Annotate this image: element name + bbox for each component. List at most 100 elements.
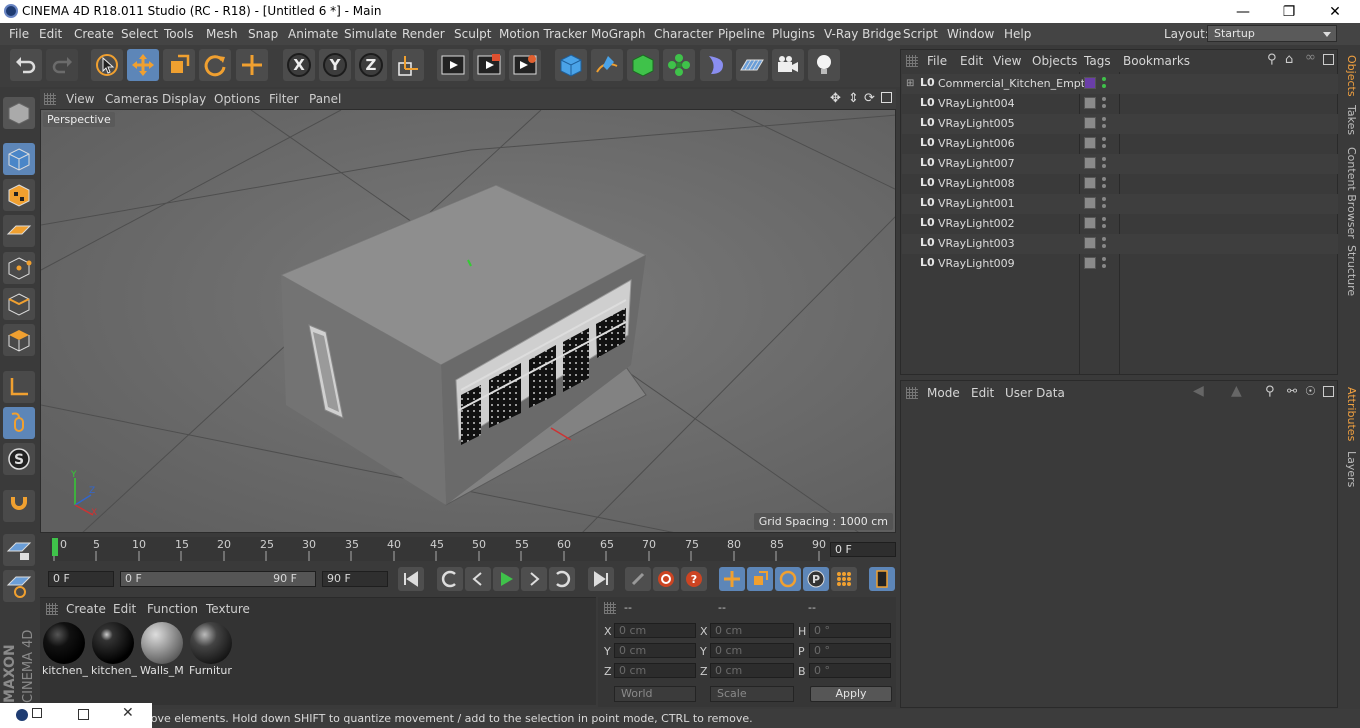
maximize-icon[interactable] [78, 709, 89, 720]
viewport-menu-filter[interactable]: Filter [269, 92, 299, 106]
end-frame-field[interactable]: 90 F [322, 571, 388, 587]
menu-motion-tracker[interactable]: Motion Tracker [499, 27, 587, 41]
coordinate-space-dropdown[interactable]: World [614, 686, 696, 702]
panel-grip-icon[interactable] [44, 93, 56, 105]
menu-animate[interactable]: Animate [288, 27, 338, 41]
viewport-maximize-icon[interactable] [881, 92, 892, 103]
material-menu-texture[interactable]: Texture [206, 602, 250, 616]
visibility-dots-icon[interactable] [1102, 216, 1106, 230]
object-row[interactable]: L0 VRayLight009 [902, 254, 1338, 274]
menu-plugins[interactable]: Plugins [772, 27, 815, 41]
light-icon[interactable] [808, 49, 840, 81]
viewport-menu-panel[interactable]: Panel [309, 92, 341, 106]
viewport-menu-view[interactable]: View [66, 92, 94, 106]
panel-grip-icon[interactable] [906, 387, 918, 399]
menu-create[interactable]: Create [74, 27, 114, 41]
visibility-dots-icon[interactable] [1102, 116, 1106, 130]
workplane-icon[interactable] [3, 215, 35, 247]
tab-attributes[interactable]: Attributes [1342, 387, 1358, 441]
size-x-field[interactable]: 0 cm [710, 623, 794, 638]
visibility-dots-icon[interactable] [1102, 76, 1106, 90]
menu-character[interactable]: Character [654, 27, 713, 41]
menu-pipeline[interactable]: Pipeline [718, 27, 765, 41]
visibility-dots-icon[interactable] [1102, 96, 1106, 110]
viewport-rotate-icon[interactable]: ⟳ [864, 91, 875, 106]
viewport-menu-options[interactable]: Options [214, 92, 260, 106]
menu-sculpt[interactable]: Sculpt [454, 27, 491, 41]
close-icon[interactable]: ✕ [122, 705, 134, 721]
menu-file[interactable]: File [9, 27, 29, 41]
vray-tag-icon[interactable] [1084, 117, 1096, 129]
visibility-dots-icon[interactable] [1102, 176, 1106, 190]
record-keys-icon[interactable] [625, 567, 651, 591]
panel-grip-icon[interactable] [46, 603, 58, 615]
coordinate-system-icon[interactable] [392, 49, 424, 81]
vray-tag-icon[interactable] [1084, 237, 1096, 249]
material-swatch[interactable]: Walls_M [140, 622, 184, 680]
search-icon[interactable]: ⚲ [1265, 384, 1275, 399]
panel-grip-icon[interactable] [906, 55, 918, 67]
menu-help[interactable]: Help [1004, 27, 1031, 41]
expand-icon[interactable]: ⊞ [906, 78, 914, 89]
rotation-b-field[interactable]: 0 ° [809, 663, 891, 678]
start-frame-field[interactable]: 0 F [48, 571, 114, 587]
search-icon[interactable]: ⚲ [1267, 52, 1277, 67]
deformer-icon[interactable] [700, 49, 732, 81]
key-position-icon[interactable] [719, 567, 745, 591]
object-row[interactable]: L0 VRayLight006 [902, 134, 1338, 154]
timeline-window-icon[interactable] [869, 567, 895, 591]
live-selection-icon[interactable] [91, 49, 123, 81]
rotation-p-field[interactable]: 0 ° [809, 643, 891, 658]
object-menu-view[interactable]: View [993, 54, 1021, 68]
panel-grip-icon[interactable] [604, 602, 616, 614]
render-picture-viewer-icon[interactable] [473, 49, 505, 81]
tab-objects[interactable]: Objects [1342, 55, 1358, 97]
perspective-viewport[interactable]: Y Z X Perspective Grid Spacing : 1000 cm [40, 109, 896, 533]
render-view-icon[interactable] [437, 49, 469, 81]
position-z-field[interactable]: 0 cm [614, 663, 696, 678]
new-panel-icon[interactable] [1323, 54, 1334, 65]
next-frame-icon[interactable] [521, 567, 547, 591]
camera-icon[interactable] [772, 49, 804, 81]
play-icon[interactable] [493, 567, 519, 591]
material-swatch[interactable]: kitchen_ [91, 622, 137, 680]
locked-workplane-icon[interactable] [3, 534, 35, 566]
vray-tag-icon[interactable] [1084, 217, 1096, 229]
frame-range-slider[interactable]: 0 F 90 F [120, 571, 316, 587]
tab-content-browser[interactable]: Content Browser [1342, 147, 1358, 239]
apply-button[interactable]: Apply [810, 686, 892, 702]
menu-mograph[interactable]: MoGraph [591, 27, 646, 41]
tab-structure[interactable]: Structure [1342, 245, 1358, 296]
visibility-dots-icon[interactable] [1102, 196, 1106, 210]
layer-tag-icon[interactable] [1084, 77, 1096, 89]
pen-icon[interactable] [591, 49, 623, 81]
object-menu-edit[interactable]: Edit [960, 54, 983, 68]
move-icon[interactable] [127, 49, 159, 81]
object-menu-file[interactable]: File [927, 54, 947, 68]
menu-select[interactable]: Select [121, 27, 158, 41]
go-to-start-icon[interactable] [398, 567, 424, 591]
attribute-menu-edit[interactable]: Edit [971, 386, 994, 400]
key-pla-icon[interactable] [831, 567, 857, 591]
cube-icon[interactable] [555, 49, 587, 81]
material-menu-create[interactable]: Create [66, 602, 106, 616]
menu-render[interactable]: Render [402, 27, 445, 41]
object-menu-tags[interactable]: Tags [1084, 54, 1111, 68]
viewport-move-icon[interactable]: ✥ [830, 91, 841, 106]
maximize-icon[interactable]: ❐ [1266, 0, 1312, 23]
object-row[interactable]: L0 VRayLight005 [902, 114, 1338, 134]
lock-icon[interactable]: ⚯ [1287, 384, 1297, 398]
tab-layers[interactable]: Layers [1342, 451, 1358, 487]
home-icon[interactable]: ⌂ [1285, 52, 1293, 67]
visibility-dots-icon[interactable] [1102, 236, 1106, 250]
viewport-menu-cameras[interactable]: Cameras [105, 92, 158, 106]
new-panel-icon[interactable] [1323, 386, 1334, 397]
visibility-dots-icon[interactable] [1102, 136, 1106, 150]
up-arrow-icon[interactable]: ▲ [1231, 383, 1242, 399]
object-row[interactable]: L0 VRayLight001 [902, 194, 1338, 214]
object-row[interactable]: ⊞ L0 Commercial_Kitchen_Empty [902, 74, 1338, 94]
vray-tag-icon[interactable] [1084, 97, 1096, 109]
minimize-icon[interactable]: — [1220, 0, 1266, 23]
material-menu-edit[interactable]: Edit [113, 602, 136, 616]
target-icon[interactable]: ☉ [1305, 384, 1316, 398]
